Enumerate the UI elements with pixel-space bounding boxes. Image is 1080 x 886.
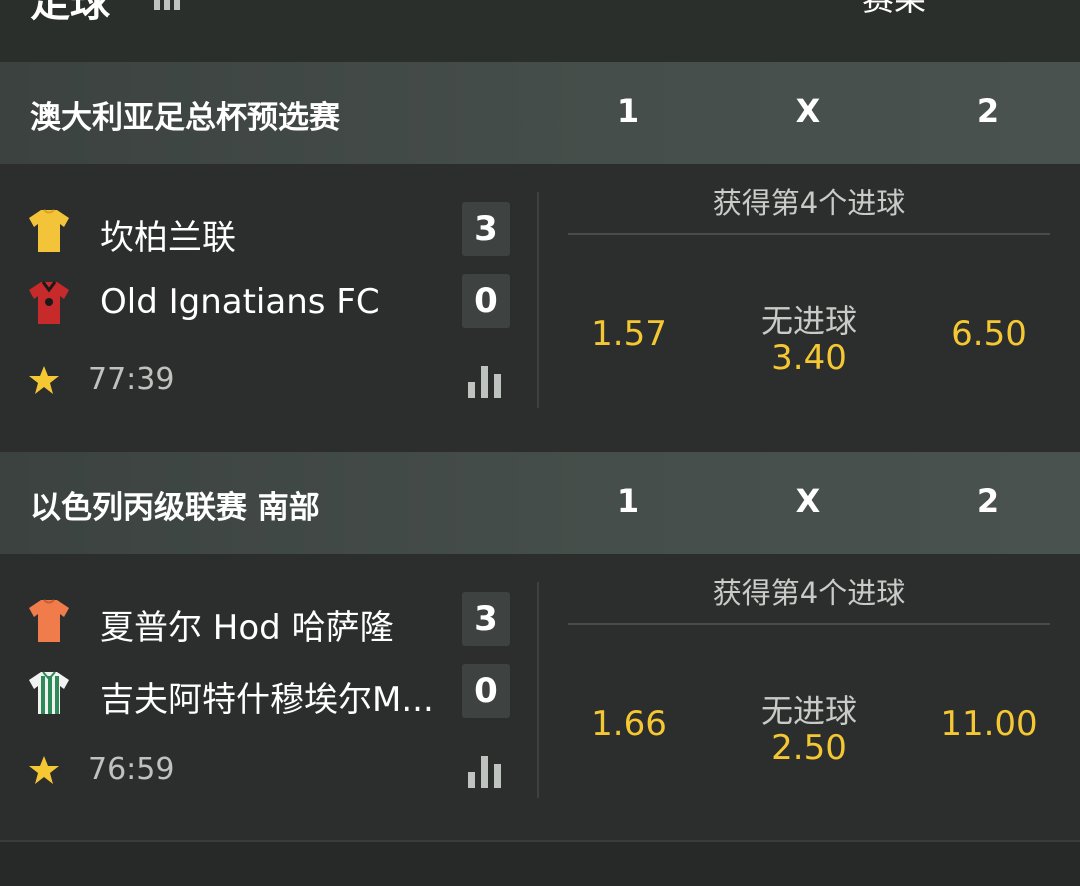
divider (537, 192, 539, 408)
yellow-shirt-icon (29, 209, 69, 252)
home-team-row: 夏普尔 Hod 哈萨隆 3 (0, 592, 520, 648)
home-score: 3 (462, 202, 510, 256)
match-meta: 76:59 (0, 750, 520, 790)
home-team-row: 坎柏兰联 3 (0, 202, 520, 258)
top-bar: 足球 赛果 (0, 0, 1080, 62)
away-team-name: Old Ignatians FC (100, 282, 380, 322)
stats-icon[interactable] (150, 0, 190, 10)
odds-away-button[interactable]: 11.00 (919, 704, 1059, 744)
match-meta: 77:39 (0, 360, 520, 400)
odds-draw-button[interactable]: 3.40 (739, 338, 879, 378)
odds-draw-button[interactable]: 2.50 (739, 728, 879, 768)
match-time: 77:39 (88, 362, 175, 397)
col-head-draw: X (795, 482, 821, 520)
results-link[interactable]: 赛果 (862, 0, 926, 20)
divider (568, 623, 1050, 625)
divider (537, 582, 539, 798)
favorite-star-icon[interactable] (28, 364, 60, 396)
market-title: 获得第4个进球 (712, 576, 906, 610)
away-team-name: 吉夫阿特什穆埃尔M... (100, 680, 434, 720)
league-name: 以色列丙级联赛 南部 (30, 490, 320, 526)
match-card[interactable]: 夏普尔 Hod 哈萨隆 3 吉夫阿特什穆埃尔M... 0 76:59 获得第4个… (0, 554, 1080, 842)
away-score: 0 (462, 274, 510, 328)
match-time: 76:59 (88, 752, 175, 787)
away-team-row: Old Ignatians FC 0 (0, 274, 520, 330)
draw-label: 无进球 (760, 692, 857, 730)
col-head-home: 1 (616, 482, 640, 520)
match-card[interactable]: 坎柏兰联 3 Old Ignatians FC 0 77:39 获得第4个进球 … (0, 164, 1080, 452)
market-title: 获得第4个进球 (712, 186, 906, 220)
stats-icon[interactable] (466, 362, 504, 398)
col-head-draw: X (795, 92, 821, 130)
league-header[interactable]: 以色列丙级联赛 南部 1 X 2 (0, 452, 1080, 554)
favorite-star-icon[interactable] (28, 754, 60, 786)
green-striped-shirt-icon (29, 671, 69, 714)
odds-home-button[interactable]: 1.57 (559, 314, 699, 354)
odds-home-button[interactable]: 1.66 (559, 704, 699, 744)
draw-label: 无进球 (760, 302, 857, 340)
away-team-row: 吉夫阿特什穆埃尔M... 0 (0, 664, 520, 720)
odds-away-button[interactable]: 6.50 (919, 314, 1059, 354)
home-team-name: 夏普尔 Hod 哈萨隆 (100, 608, 394, 648)
col-head-away: 2 (976, 92, 1000, 130)
away-score: 0 (462, 664, 510, 718)
stats-icon[interactable] (466, 752, 504, 788)
home-score: 3 (462, 592, 510, 646)
divider (568, 233, 1050, 235)
red-shirt-icon (29, 281, 69, 324)
orange-shirt-icon (29, 599, 69, 642)
bottom-bar (0, 840, 1080, 886)
league-name: 澳大利亚足总杯预选赛 (30, 100, 340, 136)
league-header[interactable]: 澳大利亚足总杯预选赛 1 X 2 (0, 62, 1080, 164)
col-head-home: 1 (616, 92, 640, 130)
col-head-away: 2 (976, 482, 1000, 520)
page-title: 足球 (30, 0, 110, 26)
home-team-name: 坎柏兰联 (100, 218, 236, 258)
